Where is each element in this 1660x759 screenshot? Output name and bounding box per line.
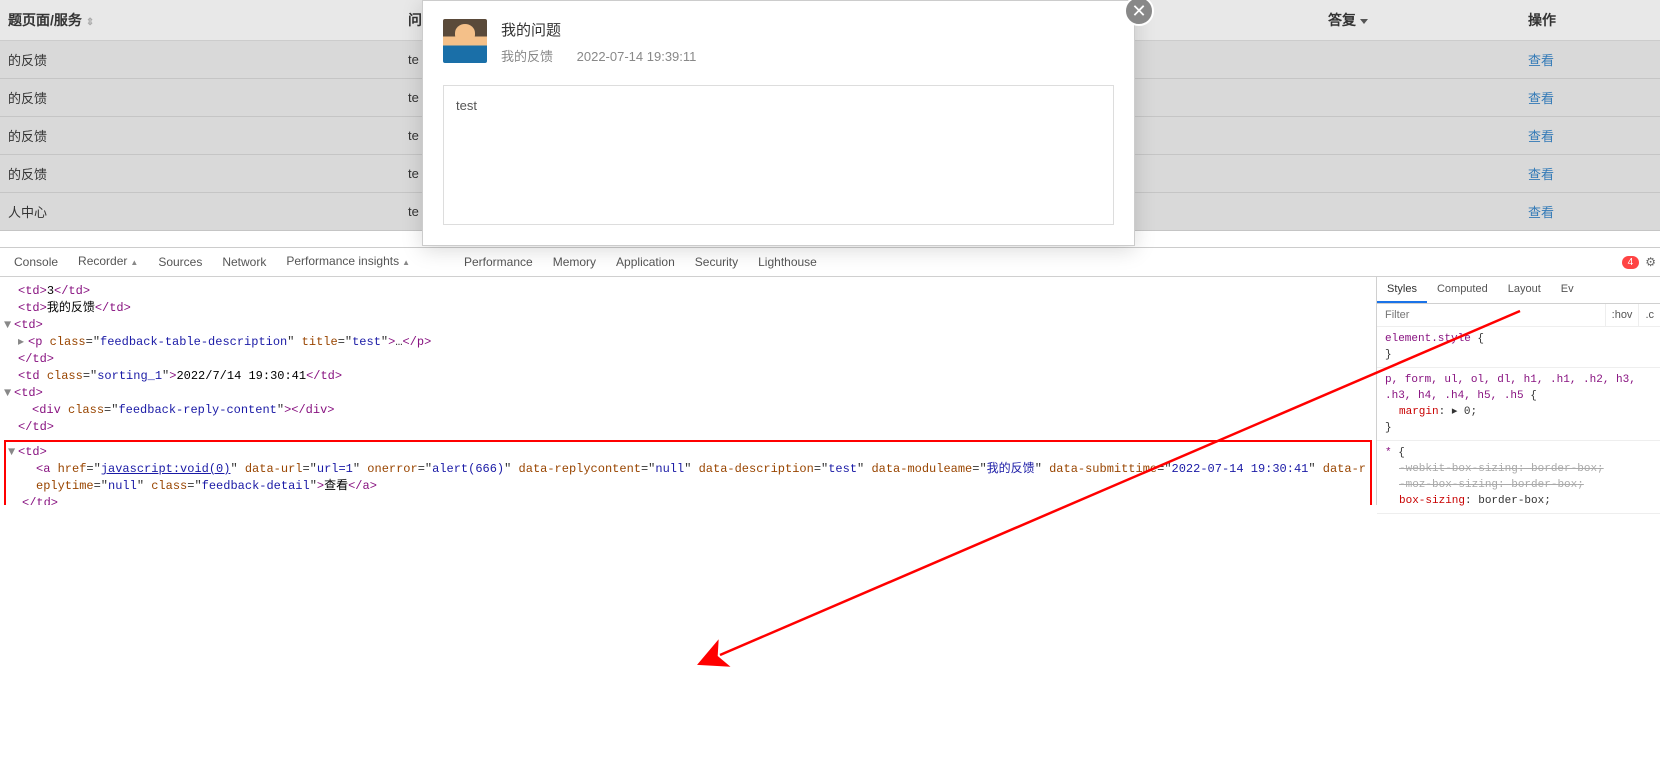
tab-network[interactable]: Network — [212, 248, 276, 277]
error-badge[interactable]: 4 — [1622, 256, 1640, 269]
cell-reply — [1320, 41, 1520, 79]
cell-page: 的反馈 — [0, 41, 400, 79]
cell-reply — [1320, 155, 1520, 193]
cell-reply — [1320, 193, 1520, 231]
cell-page: 的反馈 — [0, 117, 400, 155]
settings-icon[interactable]: ⚙ — [1645, 255, 1656, 269]
devtools-tabs: Console Recorder Sources Network Perform… — [0, 248, 1660, 277]
styles-filter-input[interactable] — [1377, 304, 1605, 326]
devtools: Console Recorder Sources Network Perform… — [0, 247, 1660, 505]
col-op[interactable]: 操作 — [1520, 0, 1660, 41]
highlighted-node: ▼<td> <a href="javascript:void(0)" data-… — [4, 440, 1372, 505]
styles-panel: Styles Computed Layout Ev :hov .c elemen… — [1376, 277, 1660, 505]
view-link[interactable]: 查看 — [1528, 167, 1554, 182]
cell-reply — [1320, 117, 1520, 155]
tab-recorder[interactable]: Recorder — [68, 247, 148, 277]
cell-page: 的反馈 — [0, 79, 400, 117]
view-link[interactable]: 查看 — [1528, 129, 1554, 144]
rule-star[interactable]: * { -webkit-box-sizing: border-box; -moz… — [1377, 441, 1660, 514]
tab-performance[interactable]: Performance — [454, 248, 543, 277]
modal-body: test — [443, 85, 1114, 225]
dom-tree[interactable]: <td>3</td> <td>我的反馈</td> ▼<td> ▸<p class… — [0, 277, 1376, 505]
col-page[interactable]: 题页面/服务 — [0, 0, 400, 41]
modal-source: 我的反馈 — [501, 49, 553, 64]
view-link[interactable]: 查看 — [1528, 53, 1554, 68]
rule-margin[interactable]: p, form, ul, ol, dl, h1, .h1, .h2, h3, .… — [1377, 368, 1660, 441]
col-reply[interactable]: 答复 — [1320, 0, 1520, 41]
styles-tab-styles[interactable]: Styles — [1377, 277, 1427, 303]
cell-page: 人中心 — [0, 193, 400, 231]
tab-console[interactable]: Console — [4, 248, 68, 277]
hov-toggle[interactable]: :hov — [1605, 304, 1639, 326]
tab-perf-insights[interactable]: Performance insights — [276, 247, 420, 277]
tab-application[interactable]: Application — [606, 248, 685, 277]
cell-reply — [1320, 79, 1520, 117]
avatar — [443, 19, 487, 63]
cls-toggle[interactable]: .c — [1638, 304, 1660, 326]
tab-lighthouse[interactable]: Lighthouse — [748, 248, 827, 277]
view-link[interactable]: 查看 — [1528, 205, 1554, 220]
styles-tab-ev[interactable]: Ev — [1551, 277, 1584, 303]
styles-tab-computed[interactable]: Computed — [1427, 277, 1498, 303]
cell-page: 的反馈 — [0, 155, 400, 193]
styles-tab-layout[interactable]: Layout — [1498, 277, 1551, 303]
modal-title: 我的问题 — [501, 19, 716, 40]
tab-security[interactable]: Security — [685, 248, 748, 277]
rule-element-style[interactable]: element.style {} — [1377, 327, 1660, 368]
tab-sources[interactable]: Sources — [148, 248, 212, 277]
view-link[interactable]: 查看 — [1528, 91, 1554, 106]
tab-memory[interactable]: Memory — [543, 248, 606, 277]
feedback-modal: ✕ 我的问题 我的反馈 2022-07-14 19:39:11 test — [422, 0, 1135, 246]
modal-time: 2022-07-14 19:39:11 — [577, 49, 697, 64]
